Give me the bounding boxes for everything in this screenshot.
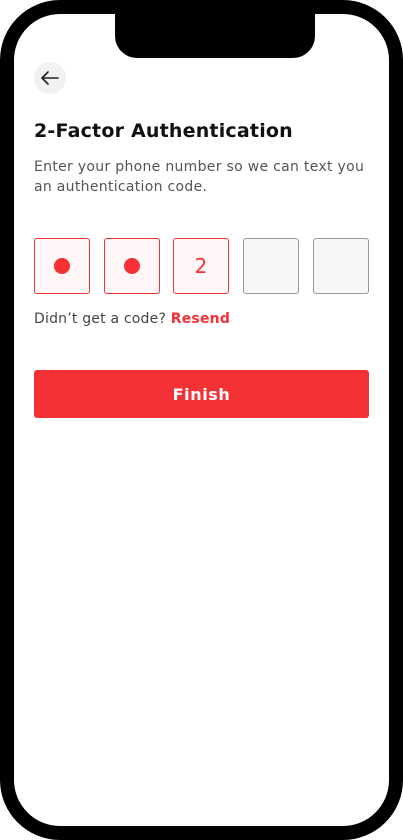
arrow-left-icon	[41, 71, 59, 85]
back-button[interactable]	[34, 62, 66, 94]
code-digit-4[interactable]	[243, 238, 299, 294]
code-digit-2[interactable]	[104, 238, 160, 294]
code-digit-5[interactable]	[313, 238, 369, 294]
page-title: 2-Factor Authentication	[34, 120, 293, 142]
verification-code-input: 2	[34, 238, 369, 294]
device-notch	[115, 14, 315, 58]
code-digit-value: 2	[194, 254, 208, 278]
resend-prompt: Didn’t get a code?	[34, 311, 167, 327]
resend-link[interactable]: Resend	[171, 311, 230, 327]
code-digit-3[interactable]: 2	[173, 238, 229, 294]
resend-line: Didn’t get a code? Resend	[34, 311, 230, 327]
masked-digit-dot	[54, 258, 70, 274]
page-subtitle: Enter your phone number so we can text y…	[34, 159, 365, 195]
masked-digit-dot	[124, 258, 140, 274]
finish-button-label: Finish	[172, 384, 231, 404]
code-digit-1[interactable]	[34, 238, 90, 294]
finish-button[interactable]: Finish	[34, 370, 369, 418]
